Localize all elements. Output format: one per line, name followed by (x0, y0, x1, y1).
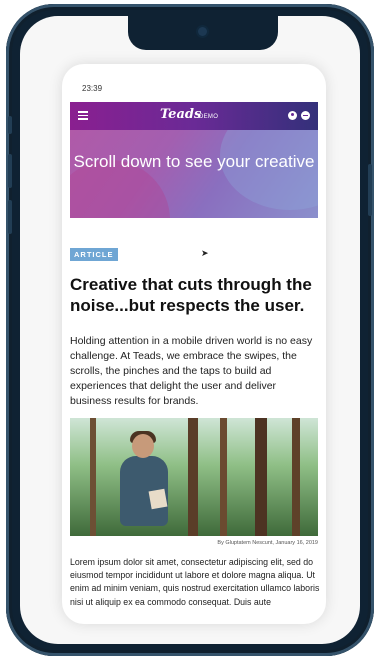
tree-trunk (292, 418, 300, 536)
notch (128, 16, 278, 50)
globe-icon[interactable] (301, 111, 310, 120)
article-body: Holding attention in a mobile driven wor… (70, 335, 313, 407)
hero-text: Scroll down to see your creative (73, 152, 315, 171)
demo-badge: DEMO (199, 114, 219, 120)
mute-switch (8, 116, 12, 134)
tree-trunk (220, 418, 227, 536)
webview-screen: 23:39 Teads DEMO Scroll down to see your… (62, 64, 326, 624)
status-time: 23:39 (82, 84, 103, 93)
hero-banner: Scroll down to see your creative (70, 130, 318, 218)
article-tag: ARTICLE (70, 248, 118, 261)
tree-trunk (188, 418, 198, 536)
book (148, 488, 168, 510)
tree-trunk (255, 418, 267, 536)
power-button (368, 164, 372, 216)
tree-trunk (90, 418, 96, 536)
mouse-cursor-icon: ➤ (201, 248, 209, 258)
teads-navbar: Teads DEMO (70, 102, 318, 130)
article-photo (70, 418, 318, 536)
volume-up-button (8, 154, 12, 188)
user-icon[interactable] (288, 111, 297, 120)
article-title: Creative that cuts through the noise...b… (70, 275, 312, 315)
image-credit: By Gluptatem Nescunt, January 16, 2019 (217, 540, 318, 546)
teads-logo[interactable]: Teads (160, 107, 201, 122)
person-head (132, 434, 154, 458)
hamburger-menu-icon[interactable] (78, 111, 88, 120)
article-lorem-text: Lorem ipsum dolor sit amet, consectetur … (70, 557, 320, 607)
volume-down-button (8, 200, 12, 234)
camera-icon (198, 27, 207, 36)
